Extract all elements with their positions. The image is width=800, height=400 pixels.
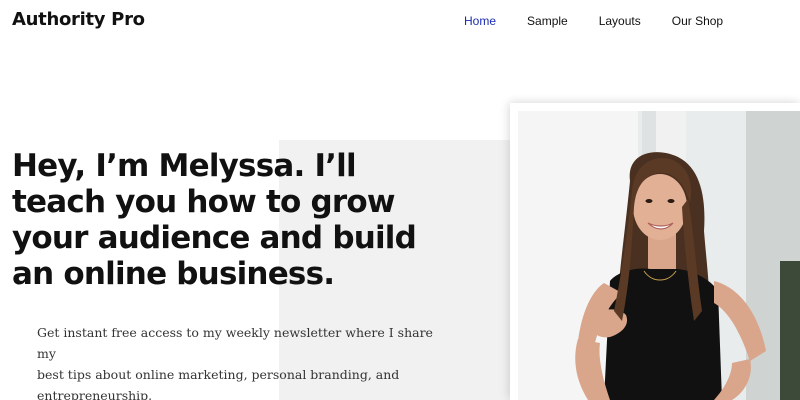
site-logo[interactable]: Authority Pro <box>12 9 145 30</box>
headline-line-3: your audience and build <box>12 220 417 256</box>
intro-line-2: best tips about online marketing, person… <box>37 367 400 382</box>
site-header: Authority Pro Home Sample Layouts Our Sh… <box>0 0 800 44</box>
intro-line-3: entrepreneurship. <box>37 388 153 400</box>
intro-line-1: Get instant free access to my weekly new… <box>37 325 433 361</box>
nav-item-sample[interactable]: Sample <box>527 14 568 28</box>
headline-line-2: teach you how to grow <box>12 184 396 220</box>
hero-headline: Hey, I’m Melyssa. I’ll teach you how to … <box>12 148 432 292</box>
portrait-illustration <box>518 111 800 400</box>
nav-item-our-shop[interactable]: Our Shop <box>672 14 723 28</box>
hero-intro-text: Get instant free access to my weekly new… <box>37 322 437 400</box>
headline-line-4: an online business. <box>12 256 335 292</box>
nav-item-home[interactable]: Home <box>464 14 496 28</box>
portrait-photo <box>518 111 800 400</box>
nav-item-layouts[interactable]: Layouts <box>599 14 641 28</box>
main-nav: Home Sample Layouts Our Shop <box>464 14 754 28</box>
headline-line-1: Hey, I’m Melyssa. I’ll <box>12 148 357 184</box>
